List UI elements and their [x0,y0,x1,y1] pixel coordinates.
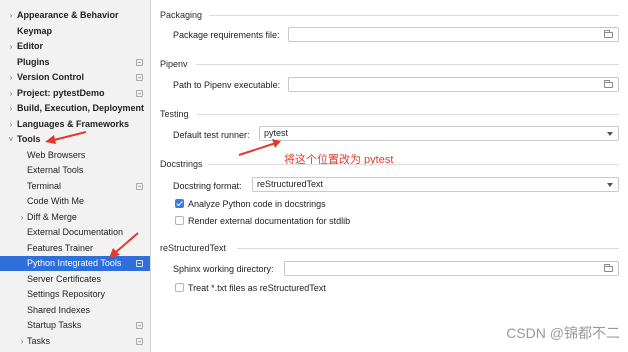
watermark: CSDN @锦都不二 [506,325,620,341]
section-title-docstrings: Docstrings [160,159,203,169]
analyze-python-checkbox[interactable] [175,199,184,208]
annotation-arrow-runner [238,139,281,156]
sphinx-dir-label: Sphinx working directory: [173,264,274,274]
analyze-python-label: Analyze Python code in docstrings [188,199,326,209]
docstring-format-label: Docstring format: [173,181,242,191]
docstring-format-value: reStructuredText [257,179,324,189]
render-external-docs-checkbox[interactable] [175,216,184,225]
render-external-docs-label: Render external documentation for stdlib [188,216,351,226]
treat-txt-checkbox[interactable] [175,283,184,292]
folder-icon[interactable] [604,264,613,272]
annotation-arrow-python-tools [109,232,139,258]
section-divider [208,164,619,165]
section-divider [237,248,619,249]
treat-txt-label: Treat *.txt files as reStructuredText [188,283,326,293]
section-title-restructuredtext: reStructuredText [160,243,227,253]
docstring-format-select[interactable]: reStructuredText [252,177,619,192]
chevron-down-icon [607,183,613,187]
sphinx-dir-field[interactable] [284,261,619,276]
python-integrated-tools-panel: Packaging Package requirements file: Pip… [151,0,628,352]
